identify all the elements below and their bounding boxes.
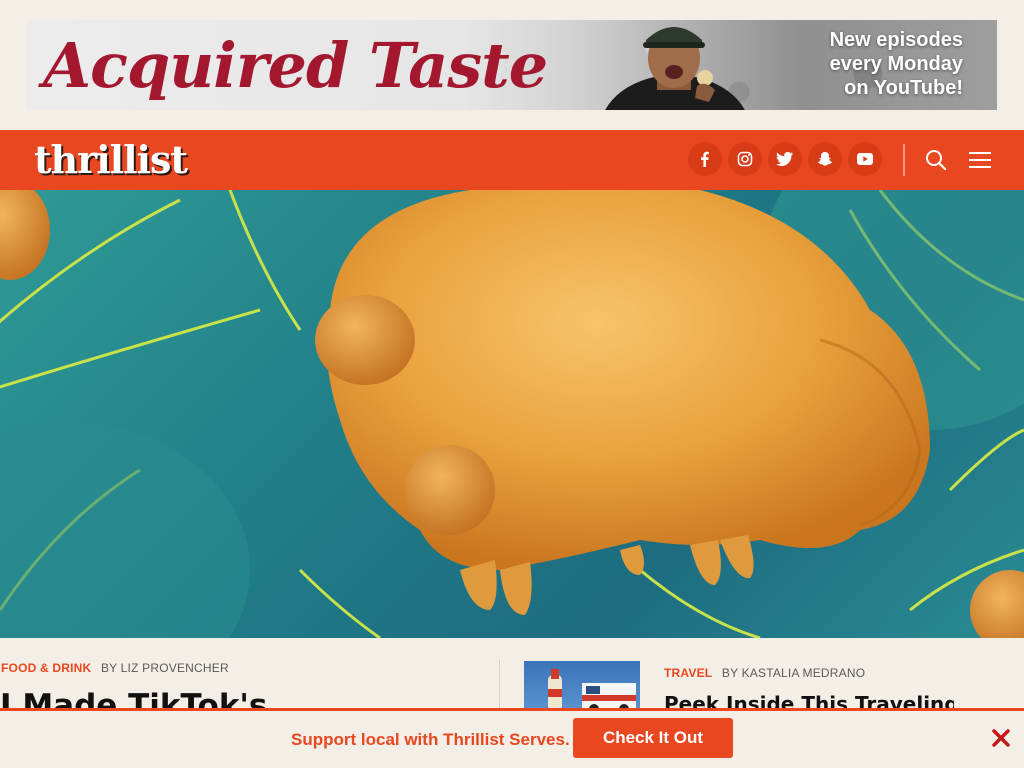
thrillist-logo[interactable]: thrillist bbox=[34, 138, 188, 182]
ad-tagline-line-3: on YouTube! bbox=[844, 77, 963, 99]
article-1-meta: FOOD & DRINK BY LIZ PROVENCHER bbox=[1, 661, 229, 675]
promo-message[interactable]: Support local with Thrillist Serves. bbox=[291, 730, 570, 750]
article-2-category[interactable]: TRAVEL bbox=[664, 666, 712, 680]
check-it-out-button[interactable]: Check It Out bbox=[573, 718, 733, 758]
hero-image[interactable] bbox=[0, 190, 1024, 638]
close-promo-button[interactable] bbox=[990, 727, 1012, 749]
hero-illustration bbox=[0, 190, 1024, 638]
ad-logo[interactable]: Acquired Taste bbox=[43, 29, 553, 103]
snapchat-link[interactable] bbox=[808, 142, 842, 176]
youtube-link[interactable] bbox=[848, 142, 882, 176]
article-2-thumbnail[interactable] bbox=[524, 661, 640, 711]
search-icon bbox=[926, 150, 947, 171]
facebook-icon bbox=[688, 142, 722, 176]
menu-button[interactable] bbox=[966, 145, 994, 175]
youtube-icon bbox=[848, 142, 882, 176]
twitter-link[interactable] bbox=[768, 142, 802, 176]
ad-tagline-line-2: every Monday bbox=[829, 53, 963, 75]
facebook-link[interactable] bbox=[688, 142, 722, 176]
instagram-link[interactable] bbox=[728, 142, 762, 176]
article-2-byline: BY KASTALIA MEDRANO bbox=[721, 666, 866, 680]
ad-banner[interactable]: Acquired Taste New episodes every Monday… bbox=[27, 20, 997, 110]
twitter-icon bbox=[768, 142, 802, 176]
hamburger-menu-icon bbox=[969, 152, 991, 168]
sticky-promo-bar: Support local with Thrillist Serves. Che… bbox=[0, 708, 1024, 768]
ad-tagline[interactable]: New episodes every Monday on YouTube! bbox=[803, 28, 963, 100]
column-divider bbox=[499, 660, 500, 710]
snapchat-icon bbox=[808, 142, 842, 176]
close-icon bbox=[992, 729, 1010, 747]
header-divider bbox=[903, 144, 905, 176]
search-button[interactable] bbox=[922, 145, 950, 175]
article-2-meta: TRAVEL BY KASTALIA MEDRANO bbox=[664, 666, 865, 680]
ad-banner-area: Acquired Taste New episodes every Monday… bbox=[0, 0, 1024, 130]
ad-tagline-line-1: New episodes bbox=[829, 29, 963, 51]
site-header: thrillist bbox=[0, 130, 1024, 190]
thumbnail-illustration bbox=[548, 669, 636, 711]
ad-host-photo bbox=[605, 27, 745, 110]
article-1-category[interactable]: FOOD & DRINK bbox=[1, 661, 91, 675]
instagram-icon bbox=[728, 142, 762, 176]
article-1-byline: BY LIZ PROVENCHER bbox=[100, 661, 229, 675]
